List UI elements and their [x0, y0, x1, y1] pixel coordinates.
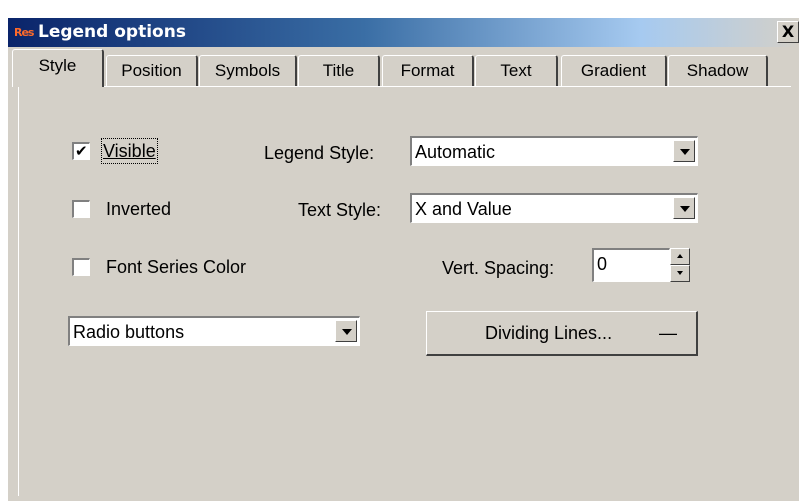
tab-gradient[interactable]: Gradient: [561, 55, 667, 87]
tab-symbols[interactable]: Symbols: [199, 55, 297, 87]
app-logo-icon: Res: [14, 26, 34, 39]
tab-position[interactable]: Position: [106, 55, 198, 87]
legend-options-dialog: Res Legend options X Style Position Symb…: [8, 18, 799, 501]
style-tab-panel: [18, 86, 791, 496]
tab-shadow[interactable]: Shadow: [668, 55, 768, 87]
window-title: Legend options: [38, 22, 186, 42]
title-bar[interactable]: Res Legend options X: [8, 18, 799, 47]
tab-format[interactable]: Format: [382, 55, 474, 87]
tab-style[interactable]: Style: [12, 49, 104, 87]
tab-text[interactable]: Text: [475, 55, 558, 87]
close-button[interactable]: X: [777, 21, 799, 43]
tab-title[interactable]: Title: [298, 55, 380, 87]
